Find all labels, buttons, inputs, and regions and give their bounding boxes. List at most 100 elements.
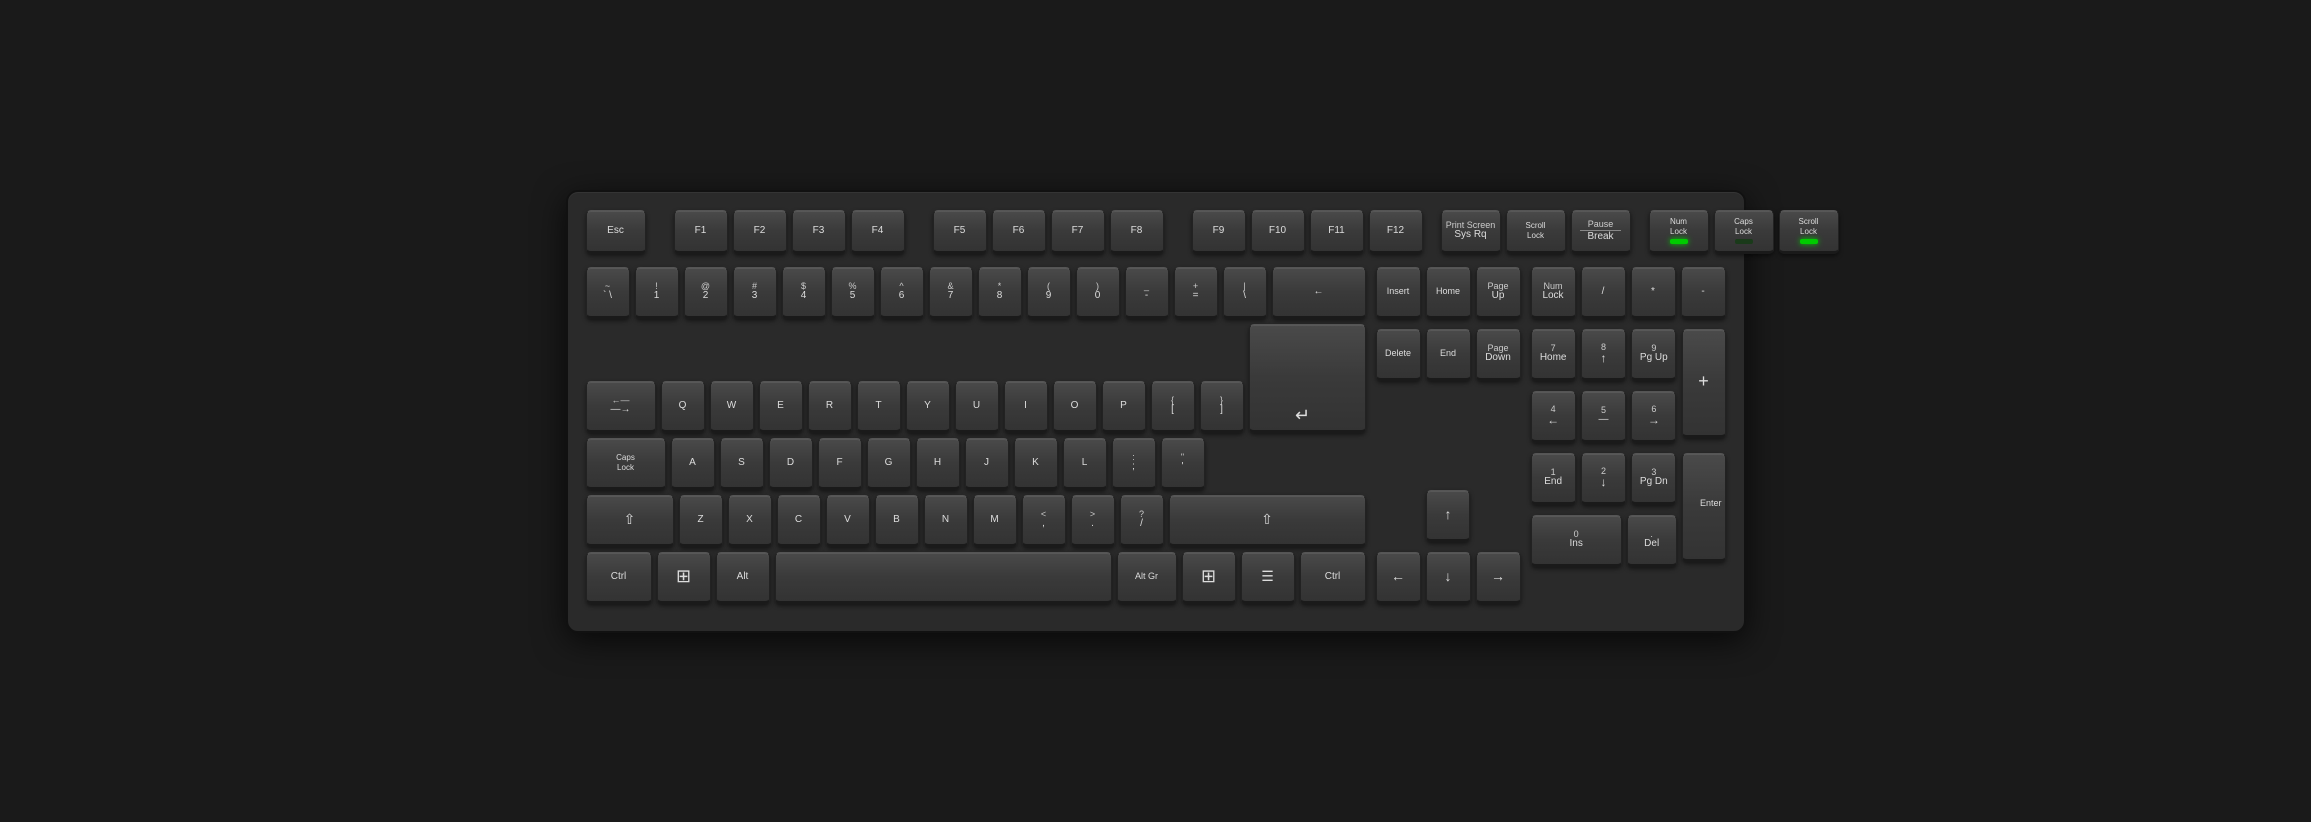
key-backslash[interactable]: | \ — [1223, 267, 1267, 319]
key-numpad-decimal[interactable]: . Del — [1627, 515, 1677, 567]
key-p[interactable]: P — [1102, 381, 1146, 433]
key-numpad-8[interactable]: 8 ↑ — [1581, 329, 1626, 381]
key-i[interactable]: I — [1004, 381, 1048, 433]
key-2[interactable]: @ 2 — [684, 267, 728, 319]
key-g[interactable]: G — [867, 438, 911, 490]
key-ctrl-left[interactable]: Ctrl — [586, 552, 652, 604]
key-u[interactable]: U — [955, 381, 999, 433]
key-page-down[interactable]: Page Down — [1476, 329, 1521, 381]
key-f[interactable]: F — [818, 438, 862, 490]
key-esc[interactable]: Esc — [586, 210, 646, 254]
key-shift-left[interactable]: ⇧ — [586, 495, 674, 547]
key-numpad-3[interactable]: 3 Pg Dn — [1631, 453, 1676, 505]
key-left-bracket[interactable]: { [ — [1151, 381, 1195, 433]
key-enter[interactable]: ↵ — [1249, 324, 1366, 433]
key-r[interactable]: R — [808, 381, 852, 433]
key-space[interactable] — [775, 552, 1112, 604]
key-numpad-plus[interactable]: + — [1682, 329, 1726, 438]
key-6[interactable]: ^ 6 — [880, 267, 924, 319]
key-m[interactable]: M — [973, 495, 1017, 547]
key-numpad-6[interactable]: 6 → — [1631, 391, 1676, 443]
key-win-left[interactable]: ⊞ — [657, 552, 711, 604]
key-alt-left[interactable]: Alt — [716, 552, 770, 604]
key-f9[interactable]: F9 — [1192, 210, 1246, 254]
key-f1[interactable]: F1 — [674, 210, 728, 254]
key-numpad-enter[interactable]: Enter — [1682, 453, 1726, 562]
key-numpad-2[interactable]: 2 ↓ — [1581, 453, 1626, 505]
key-arrow-right[interactable]: → — [1476, 552, 1521, 604]
key-num-lock-indicator[interactable]: Num Lock — [1649, 210, 1709, 254]
key-x[interactable]: X — [728, 495, 772, 547]
key-w[interactable]: W — [710, 381, 754, 433]
key-numpad-5[interactable]: 5 — — [1581, 391, 1626, 443]
key-home[interactable]: Home — [1426, 267, 1471, 319]
key-f2[interactable]: F2 — [733, 210, 787, 254]
key-minus[interactable]: _ - — [1125, 267, 1169, 319]
key-insert[interactable]: Insert — [1376, 267, 1421, 319]
key-numpad-1[interactable]: 1 End — [1531, 453, 1576, 505]
key-f5[interactable]: F5 — [933, 210, 987, 254]
key-1[interactable]: ! 1 — [635, 267, 679, 319]
key-f4[interactable]: F4 — [851, 210, 905, 254]
key-period[interactable]: > . — [1071, 495, 1115, 547]
key-numpad-4[interactable]: 4 ← — [1531, 391, 1576, 443]
key-arrow-down[interactable]: ↓ — [1426, 552, 1471, 604]
key-f6[interactable]: F6 — [992, 210, 1046, 254]
key-numpad-0[interactable]: 0 Ins — [1531, 515, 1622, 567]
key-caps-lock[interactable]: Caps Lock — [586, 438, 666, 490]
key-q[interactable]: Q — [661, 381, 705, 433]
key-equals[interactable]: + = — [1174, 267, 1218, 319]
key-f11[interactable]: F11 — [1310, 210, 1364, 254]
key-o[interactable]: O — [1053, 381, 1097, 433]
key-j[interactable]: J — [965, 438, 1009, 490]
key-slash[interactable]: ? / — [1120, 495, 1164, 547]
key-shift-right[interactable]: ⇧ — [1169, 495, 1366, 547]
key-ctrl-right[interactable]: Ctrl — [1300, 552, 1366, 604]
key-f12[interactable]: F12 — [1369, 210, 1423, 254]
key-page-up[interactable]: Page Up — [1476, 267, 1521, 319]
key-n[interactable]: N — [924, 495, 968, 547]
key-arrow-up[interactable]: ↑ — [1426, 490, 1470, 542]
key-comma[interactable]: < , — [1022, 495, 1066, 547]
key-k[interactable]: K — [1014, 438, 1058, 490]
key-win-right[interactable]: ⊞ — [1182, 552, 1236, 604]
key-l[interactable]: L — [1063, 438, 1107, 490]
key-c[interactable]: C — [777, 495, 821, 547]
key-7[interactable]: & 7 — [929, 267, 973, 319]
key-numpad-9[interactable]: 9 Pg Up — [1631, 329, 1676, 381]
key-numpad-multiply[interactable]: * — [1631, 267, 1676, 319]
key-scroll-lock[interactable]: Scroll Lock — [1506, 210, 1566, 254]
key-caps-lock-indicator[interactable]: Caps Lock — [1714, 210, 1774, 254]
key-b[interactable]: B — [875, 495, 919, 547]
key-quote[interactable]: " ' — [1161, 438, 1205, 490]
key-numpad-slash[interactable]: / — [1581, 267, 1626, 319]
key-backspace[interactable]: ← — [1272, 267, 1366, 319]
key-d[interactable]: D — [769, 438, 813, 490]
key-8[interactable]: * 8 — [978, 267, 1022, 319]
key-5[interactable]: % 5 — [831, 267, 875, 319]
key-y[interactable]: Y — [906, 381, 950, 433]
key-e[interactable]: E — [759, 381, 803, 433]
key-menu[interactable]: ☰ — [1241, 552, 1295, 604]
key-arrow-left[interactable]: ← — [1376, 552, 1421, 604]
key-h[interactable]: H — [916, 438, 960, 490]
key-a[interactable]: A — [671, 438, 715, 490]
key-s[interactable]: S — [720, 438, 764, 490]
key-f10[interactable]: F10 — [1251, 210, 1305, 254]
key-9[interactable]: ( 9 — [1027, 267, 1071, 319]
key-3[interactable]: # 3 — [733, 267, 777, 319]
key-f8[interactable]: F8 — [1110, 210, 1164, 254]
key-t[interactable]: T — [857, 381, 901, 433]
key-delete[interactable]: Delete — [1376, 329, 1421, 381]
key-backtick[interactable]: ~ ` \ — [586, 267, 630, 319]
key-z[interactable]: Z — [679, 495, 723, 547]
key-alt-gr[interactable]: Alt Gr — [1117, 552, 1177, 604]
key-numpad-7[interactable]: 7 Home — [1531, 329, 1576, 381]
key-0[interactable]: ) 0 — [1076, 267, 1120, 319]
key-numlock[interactable]: Num Lock — [1531, 267, 1576, 319]
key-end[interactable]: End — [1426, 329, 1471, 381]
key-scroll-lock-indicator[interactable]: Scroll Lock — [1779, 210, 1839, 254]
key-semicolon[interactable]: : ; — [1112, 438, 1156, 490]
key-tab[interactable]: ←— —→ — [586, 381, 656, 433]
key-f7[interactable]: F7 — [1051, 210, 1105, 254]
